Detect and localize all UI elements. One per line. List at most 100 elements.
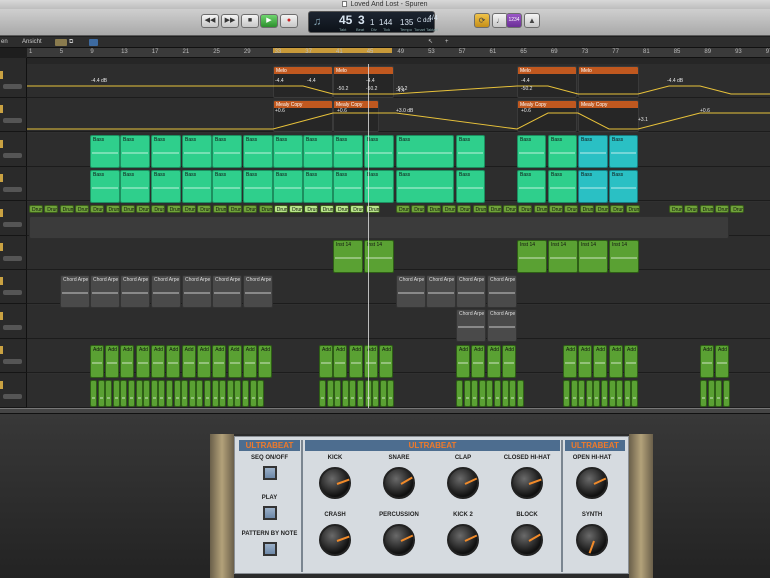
track-header[interactable] (0, 339, 27, 374)
track-header[interactable] (0, 270, 27, 305)
knob-pointer (400, 476, 413, 485)
right-wood-rail (629, 434, 653, 578)
snap-icon[interactable]: ⧉ (69, 37, 73, 48)
level-knob[interactable] (576, 524, 608, 556)
track-fader[interactable] (3, 187, 22, 193)
level-knob[interactable] (319, 524, 351, 556)
automation-value: +3.1 (638, 117, 648, 123)
ruler-tick: 85 (673, 49, 681, 55)
automation-value: -4.4 dB (91, 78, 108, 84)
pencil-tool-icon[interactable]: + (445, 37, 449, 48)
track-header[interactable] (0, 133, 27, 167)
knob-label: OPEN HI-HAT (572, 455, 612, 461)
track-fader[interactable] (3, 84, 22, 89)
lcd-division: 1 (370, 18, 375, 27)
knob-pointer (464, 534, 478, 542)
lcd-label-tick: Tick (383, 27, 391, 32)
counter-button[interactable]: 1234 (506, 13, 522, 28)
knob-pointer (464, 477, 478, 485)
pattern-button[interactable] (263, 542, 277, 556)
track-icon (0, 311, 3, 320)
flex-button[interactable] (89, 39, 98, 46)
automation-value: -4.4 (275, 78, 284, 84)
lcd-label-beat: Beat (356, 27, 365, 32)
automation-curve[interactable] (27, 112, 770, 130)
seq-onoff-button[interactable] (263, 466, 277, 480)
arrange-area[interactable]: Melo Melo Melo Melo Mealy Copy Mealy Copy Meal… (27, 64, 770, 408)
track-header[interactable] (0, 98, 27, 133)
track-fader[interactable] (3, 256, 22, 261)
bar-ruler[interactable]: 1 5 9 13 17 21 25 29 33 37 41 45 49 53 57 61 65 69 73 77 81 8… (27, 48, 770, 58)
track-fader[interactable] (3, 290, 22, 296)
track-header[interactable] (0, 64, 27, 98)
fast-forward-button[interactable]: ▶▶ (221, 14, 239, 28)
level-knob[interactable] (383, 467, 415, 499)
document-icon (342, 1, 348, 7)
ruler-tick: 65 (520, 49, 527, 55)
metronome-icon[interactable]: ▲ (524, 13, 540, 28)
window-title: Loved And Lost - Spuren (350, 1, 428, 8)
ruler-tick: 53 (428, 49, 435, 55)
track-fader[interactable] (3, 118, 22, 124)
brand-right: ULTRABEAT (565, 440, 625, 451)
ruler-tick: 49 (397, 49, 405, 55)
automation-value: -4.4 dB (667, 78, 684, 84)
level-knob[interactable] (447, 524, 479, 556)
catch-button[interactable] (55, 39, 67, 46)
level-knob[interactable] (319, 467, 351, 499)
track-header[interactable] (0, 167, 27, 202)
lcd-tempo: 135 (400, 18, 414, 27)
ruler-tick: 5 (59, 49, 64, 55)
pointer-tool-icon[interactable]: ↖ (428, 37, 433, 48)
track-fader[interactable] (3, 393, 22, 399)
track-icon (0, 208, 3, 217)
control-bar: ◀◀ ▶▶ ■ ▶ ● ♫ 45 3 1 144 135 C dur 4/4 T… (0, 9, 770, 36)
record-button[interactable]: ● (280, 14, 298, 28)
lcd-label-key: Tonart (414, 27, 426, 32)
cycle-button[interactable]: ⟳ (474, 13, 490, 28)
play-button[interactable]: ▶ (260, 14, 278, 28)
lcd-display[interactable]: ♫ 45 3 1 144 135 C dur 4/4 Takt Beat Div… (308, 11, 438, 33)
automation-value: +0.6 (337, 108, 347, 114)
knob-label: BLOCK (516, 512, 538, 518)
knob-label: CRASH (324, 512, 346, 518)
track-icon (0, 71, 3, 79)
knob-label: SNARE (388, 455, 410, 461)
playhead[interactable] (368, 64, 369, 408)
track-header[interactable] (0, 236, 27, 270)
automation-value: -50.2 (521, 86, 533, 92)
knob-label: SYNTH (581, 512, 603, 518)
seq-onoff-label: SEQ ON/OFF (250, 455, 288, 461)
lcd-tick: 144 (379, 18, 393, 27)
level-knob[interactable] (447, 467, 479, 499)
arrange-toolbar: en Ansicht ⧉ ↖ + (0, 37, 770, 48)
level-knob[interactable] (511, 467, 543, 499)
level-knob[interactable] (576, 467, 608, 499)
level-knob[interactable] (383, 524, 415, 556)
cycle-region[interactable] (273, 48, 392, 53)
track-header[interactable] (0, 374, 27, 408)
automation-value: +0.6 (521, 108, 531, 114)
automation-value: -4.4 (307, 78, 316, 84)
view-menu[interactable]: Ansicht (22, 37, 42, 48)
play-seq-button[interactable] (263, 506, 277, 520)
track-icon (0, 243, 3, 251)
track-header[interactable] (0, 202, 27, 236)
knob-pointer (528, 478, 542, 485)
title-bar: Loved And Lost - Spuren (0, 0, 770, 9)
track-fader[interactable] (3, 324, 22, 330)
left-wood-rail (210, 434, 234, 578)
track-header[interactable] (0, 305, 27, 339)
ruler-tick: 9 (90, 49, 94, 55)
track-fader[interactable] (3, 221, 22, 227)
automation-lines: -4.4 dB -4.4 -4.4-50.2-4.4-50.2 -4.4-4.4 dB… (27, 78, 770, 130)
track-fader[interactable] (3, 359, 22, 365)
brand-left: ULTRABEAT (239, 440, 300, 451)
rewind-button[interactable]: ◀◀ (201, 14, 219, 28)
level-knob[interactable] (511, 524, 543, 556)
stop-button[interactable]: ■ (241, 14, 259, 28)
edit-menu[interactable]: en (1, 37, 8, 48)
knob-pointer (593, 477, 607, 485)
track-fader[interactable] (3, 152, 22, 158)
knob-pointer (336, 535, 350, 542)
